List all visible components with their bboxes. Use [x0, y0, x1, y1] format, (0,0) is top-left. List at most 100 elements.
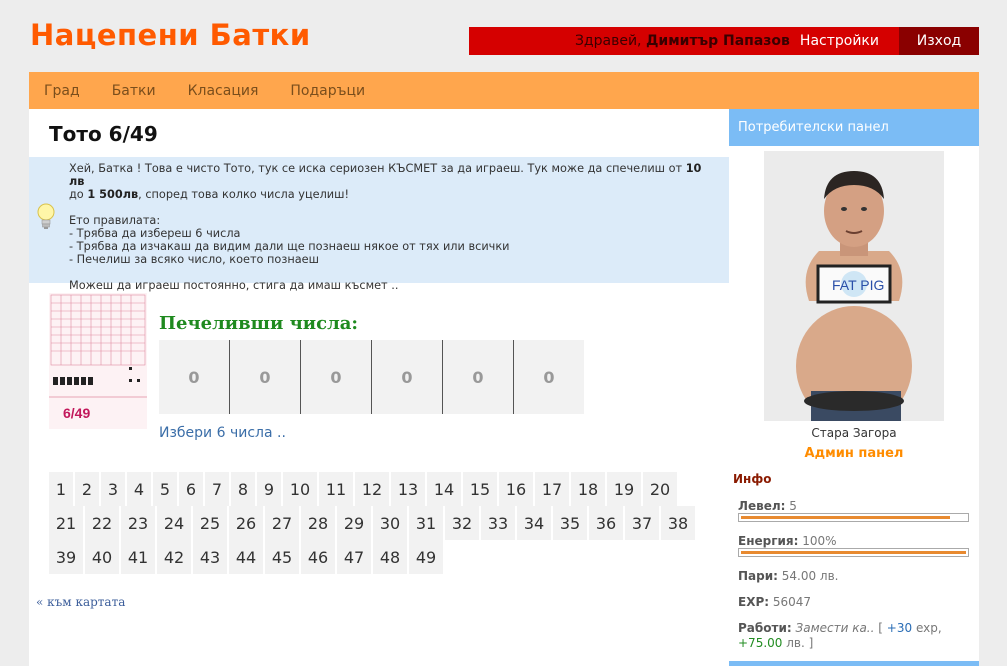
number-button[interactable]: 36 — [589, 506, 623, 540]
number-button[interactable]: 29 — [337, 506, 371, 540]
intro-paragraph: Хей, Батка ! Това е чисто Тото, тук се и… — [69, 162, 702, 201]
page-title: Тото 6/49 — [49, 122, 158, 146]
number-button[interactable]: 34 — [517, 506, 551, 540]
exp-stat: EXP: 56047 — [738, 595, 811, 609]
work-job[interactable]: Замести ка.. — [796, 621, 875, 635]
winning-number: 0 — [300, 340, 371, 414]
number-button[interactable]: 15 — [463, 472, 497, 506]
number-row: 39 40 41 42 43 44 45 46 47 48 49 — [49, 540, 709, 574]
number-button[interactable]: 39 — [49, 540, 83, 574]
number-button[interactable]: 38 — [661, 506, 695, 540]
number-button[interactable]: 41 — [121, 540, 155, 574]
user-city: Стара Загора — [811, 426, 897, 440]
work-stat: Работи: Замести ка.. [ +30 exp, +75.00 л… — [738, 621, 942, 650]
greeting-text: Здравей, — [574, 33, 642, 49]
number-button[interactable]: 12 — [355, 472, 389, 506]
number-button[interactable]: 26 — [229, 506, 263, 540]
main-nav: Град Батки Класация Подаръци — [29, 72, 979, 109]
number-button[interactable]: 14 — [427, 472, 461, 506]
nav-item-gifts[interactable]: Подаръци — [290, 83, 365, 99]
number-button[interactable]: 5 — [153, 472, 177, 506]
main-content: Тото 6/49 Хей, Батка ! Това е чисто Тото… — [29, 109, 729, 666]
work-exp: +30 — [886, 621, 913, 635]
number-button[interactable]: 22 — [85, 506, 119, 540]
number-button[interactable]: 42 — [157, 540, 191, 574]
user-avatar: FAT PIG — [764, 151, 944, 421]
number-button[interactable]: 37 — [625, 506, 659, 540]
number-button[interactable]: 28 — [301, 506, 335, 540]
number-button[interactable]: 21 — [49, 506, 83, 540]
user-panel-header: Потребителски панел — [729, 109, 979, 146]
number-button[interactable]: 18 — [571, 472, 605, 506]
lottery-ticket-image: 6/49 — [49, 293, 147, 429]
number-button[interactable]: 16 — [499, 472, 533, 506]
number-button[interactable]: 9 — [257, 472, 281, 506]
number-button[interactable]: 49 — [409, 540, 443, 574]
level-progress-fill — [741, 516, 950, 519]
number-button[interactable]: 44 — [229, 540, 263, 574]
winning-numbers-title: Печеливши числа: — [159, 313, 359, 334]
number-button[interactable]: 1 — [49, 472, 73, 506]
number-button[interactable]: 17 — [535, 472, 569, 506]
energy-progress-fill — [741, 551, 966, 554]
number-button[interactable]: 11 — [319, 472, 353, 506]
choose-numbers-link[interactable]: Избери 6 числа .. — [159, 425, 286, 441]
user-panel-footer — [729, 661, 979, 666]
nav-item-ranking[interactable]: Класация — [188, 83, 259, 99]
winning-number: 0 — [513, 340, 584, 414]
user-panel: Потребителски панел FAT PIG Стара Загора… — [729, 109, 979, 666]
number-button[interactable]: 45 — [265, 540, 299, 574]
exp-value: 56047 — [772, 595, 812, 609]
number-button[interactable]: 30 — [373, 506, 407, 540]
username[interactable]: Димитър Папазов — [646, 33, 790, 49]
nav-item-city[interactable]: Град — [44, 83, 80, 99]
number-button[interactable]: 43 — [193, 540, 227, 574]
number-button[interactable]: 48 — [373, 540, 407, 574]
settings-link[interactable]: Настройки — [798, 33, 899, 49]
energy-label: Енергия: — [738, 534, 799, 548]
number-button[interactable]: 24 — [157, 506, 191, 540]
number-button[interactable]: 23 — [121, 506, 155, 540]
number-button[interactable]: 4 — [127, 472, 151, 506]
number-row: 21 22 23 24 25 26 27 28 29 30 31 32 33 34 35 36 37 38 — [49, 506, 709, 540]
money-value: 54.00 лв. — [781, 569, 839, 583]
number-button[interactable]: 20 — [643, 472, 677, 506]
work-label: Работи: — [738, 621, 792, 635]
winning-number: 0 — [159, 340, 229, 414]
info-box: Хей, Батка ! Това е чисто Тото, тук се и… — [29, 157, 729, 292]
number-button[interactable]: 6 — [179, 472, 203, 506]
work-money: +75.00 — [738, 636, 783, 650]
number-button[interactable]: 19 — [607, 472, 641, 506]
rule-item: - Печелиш за всяко число, което познаеш — [69, 253, 319, 266]
level-value: 5 — [789, 499, 797, 513]
number-button[interactable]: 46 — [301, 540, 335, 574]
winning-number: 0 — [371, 340, 442, 414]
logout-button[interactable]: Изход — [899, 27, 979, 55]
number-button[interactable]: 40 — [85, 540, 119, 574]
number-button[interactable]: 2 — [75, 472, 99, 506]
number-button[interactable]: 13 — [391, 472, 425, 506]
number-button[interactable]: 33 — [481, 506, 515, 540]
number-button[interactable]: 27 — [265, 506, 299, 540]
user-bar: Здравей, Димитър Папазов Настройки Изход — [469, 27, 979, 55]
number-button[interactable]: 47 — [337, 540, 371, 574]
money-label: Пари: — [738, 569, 778, 583]
energy-stat: Енергия: 100% — [738, 534, 837, 548]
number-picker: 1 2 3 4 5 6 7 8 9 10 11 12 13 14 15 16 17 18 19 20 21 22 23 24… — [49, 472, 709, 574]
number-button[interactable]: 31 — [409, 506, 443, 540]
number-button[interactable]: 8 — [231, 472, 255, 506]
nav-item-players[interactable]: Батки — [112, 83, 156, 99]
back-to-map-link[interactable]: « към картата — [36, 595, 125, 609]
number-button[interactable]: 10 — [283, 472, 317, 506]
admin-panel-link[interactable]: Админ панел — [729, 446, 979, 461]
number-button[interactable]: 7 — [205, 472, 229, 506]
number-button[interactable]: 25 — [193, 506, 227, 540]
info-text: Хей, Батка ! Това е чисто Тото, тук се и… — [69, 162, 719, 292]
number-button[interactable]: 3 — [101, 472, 125, 506]
site-title[interactable]: Нацепени Батки — [30, 18, 311, 52]
number-button[interactable]: 32 — [445, 506, 479, 540]
number-row: 1 2 3 4 5 6 7 8 9 10 11 12 13 14 15 16 17 18 19 20 — [49, 472, 709, 506]
money-stat: Пари: 54.00 лв. — [738, 569, 839, 583]
number-button[interactable]: 35 — [553, 506, 587, 540]
lightbulb-icon — [37, 203, 55, 229]
